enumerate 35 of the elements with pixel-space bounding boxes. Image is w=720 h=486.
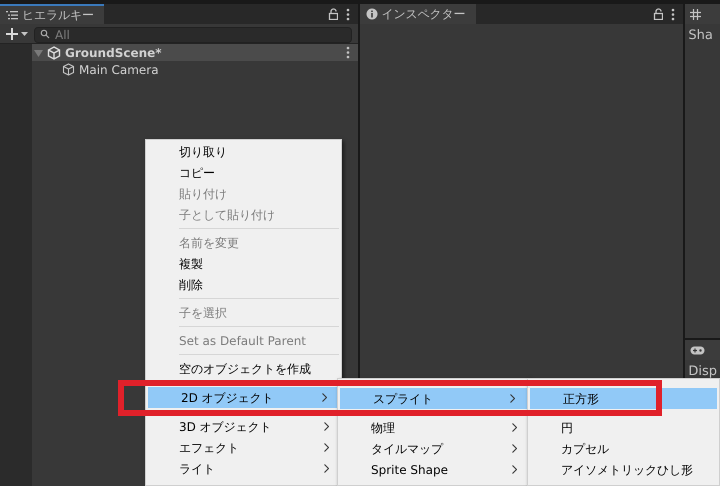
panel-tab[interactable]: インスペクター	[360, 4, 476, 24]
add-menu-icon[interactable]	[6, 26, 28, 40]
menu-item[interactable]: エフェクト	[146, 437, 341, 458]
menu-item[interactable]: タイルマップ	[338, 438, 529, 459]
more-icon[interactable]	[671, 8, 676, 20]
menu-item[interactable]: Sprite Shape	[338, 459, 529, 480]
menu-item[interactable]: スプライト	[340, 388, 527, 409]
menu-item[interactable]: 削除	[146, 274, 341, 295]
menu-item[interactable]: 2D オブジェクト	[148, 387, 339, 408]
menu-item[interactable]: アイソメトリックひし形	[528, 459, 719, 480]
cube-icon	[62, 63, 75, 76]
search-field[interactable]: All	[34, 26, 352, 42]
info-icon	[366, 8, 378, 20]
gamepad-icon[interactable]	[690, 346, 706, 354]
menu-item[interactable]: 空のオブジェクトを作成	[146, 358, 341, 379]
search-icon	[40, 28, 52, 38]
menu-item[interactable]: 正方形	[530, 388, 717, 409]
panel-text: Sha	[687, 27, 714, 45]
panel-tab[interactable]: ヒエラルキー	[0, 4, 104, 24]
hash-icon[interactable]	[690, 8, 702, 20]
menu-item[interactable]: 物理	[338, 417, 529, 438]
menu-item[interactable]: 複製	[146, 253, 341, 274]
more-icon[interactable]	[346, 46, 350, 59]
lock-icon[interactable]	[328, 8, 338, 20]
menu-item[interactable]: カプセル	[528, 438, 719, 459]
menu-item[interactable]: 円	[528, 417, 719, 438]
more-icon[interactable]	[346, 8, 350, 20]
menu-item[interactable]: 切り取り	[146, 141, 341, 162]
lock-icon[interactable]	[653, 8, 664, 20]
menu-item[interactable]: ライト	[146, 458, 341, 479]
tree-item-label[interactable]: Main Camera	[79, 60, 159, 78]
menu-item[interactable]: コピー	[146, 162, 341, 183]
menu-item[interactable]: 3D オブジェクト	[146, 416, 341, 437]
panel-text: Disp	[687, 363, 718, 381]
list-icon	[6, 9, 18, 21]
